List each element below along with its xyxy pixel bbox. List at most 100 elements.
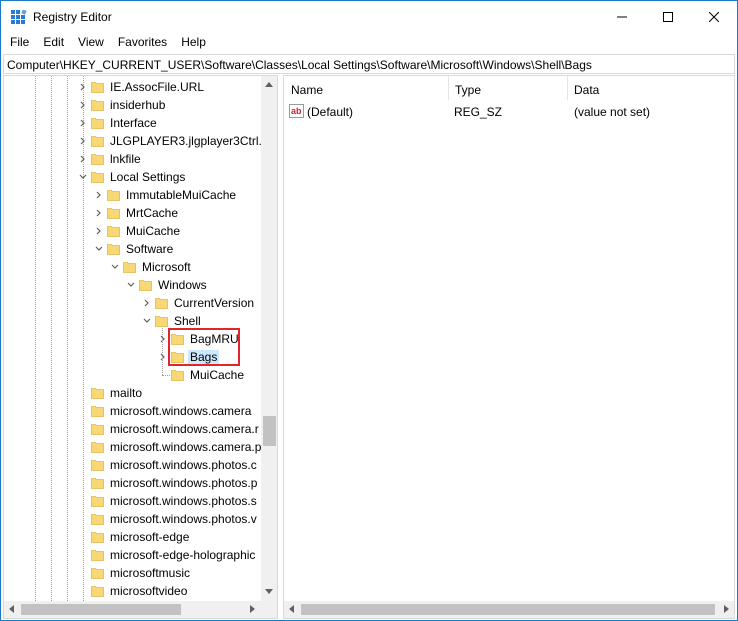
- chevron-right-icon[interactable]: [95, 227, 103, 235]
- tree-item[interactable]: microsoftmusic: [4, 564, 261, 582]
- chevron-right-icon[interactable]: [79, 119, 87, 127]
- scroll-up-arrow-icon[interactable]: [265, 82, 273, 87]
- tree-item[interactable]: CurrentVersion: [4, 294, 261, 312]
- chevron-right-icon[interactable]: [79, 101, 87, 109]
- scroll-right-arrow-icon[interactable]: [250, 605, 255, 613]
- list-horizontal-scroll-thumb[interactable]: [301, 604, 715, 615]
- chevron-right-icon[interactable]: [95, 209, 103, 217]
- chevron-down-icon[interactable]: [143, 317, 151, 325]
- tree-guide-line: [162, 328, 163, 375]
- tree-item[interactable]: insiderhub: [4, 96, 261, 114]
- menu-bar: File Edit View Favorites Help: [1, 33, 737, 53]
- tree-item[interactable]: lnkfile: [4, 150, 261, 168]
- key-tree-pane: IE.AssocFile.URL insiderhub Interface JLGPL…: [3, 75, 278, 619]
- tree-vertical-scroll-thumb[interactable]: [263, 416, 276, 446]
- tree-item-label: MuiCache: [126, 224, 181, 238]
- scroll-left-arrow-icon[interactable]: [289, 605, 294, 613]
- chevron-right-icon[interactable]: [143, 299, 151, 307]
- menu-view[interactable]: View: [71, 33, 111, 53]
- string-value-icon: ab: [289, 104, 304, 118]
- tree-item[interactable]: microsoft.windows.camera.p: [4, 438, 261, 456]
- tree-item-label: microsoft.windows.camera.p: [110, 440, 261, 454]
- tree-item[interactable]: Microsoft: [4, 258, 261, 276]
- tree-item[interactable]: microsoftvideo: [4, 582, 261, 600]
- chevron-right-icon[interactable]: [159, 353, 167, 361]
- tree-item[interactable]: Local Settings: [4, 168, 261, 186]
- tree-item-label: microsoft.windows.photos.c: [110, 458, 257, 472]
- column-header-type[interactable]: Type: [448, 76, 567, 100]
- tree-item-label: microsoft.windows.photos.s: [110, 494, 257, 508]
- folder-icon: [91, 172, 104, 183]
- minimize-button[interactable]: [599, 1, 645, 33]
- window-title: Registry Editor: [33, 10, 112, 24]
- menu-file[interactable]: File: [1, 33, 36, 53]
- minimize-icon: [617, 16, 627, 18]
- tree-item[interactable]: microsoft.windows.photos.s: [4, 492, 261, 510]
- tree-item[interactable]: MuiCache: [4, 366, 261, 384]
- folder-icon: [123, 262, 136, 273]
- tree-item-label: microsoftmusic: [110, 566, 191, 580]
- chevron-right-icon[interactable]: [159, 335, 167, 343]
- menu-help[interactable]: Help: [174, 33, 213, 53]
- folder-icon: [107, 208, 120, 219]
- close-icon: [709, 12, 719, 22]
- tree-item[interactable]: microsoft-edge-holographic: [4, 546, 261, 564]
- title-bar[interactable]: Registry Editor: [1, 1, 737, 33]
- tree-item[interactable]: IE.AssocFile.URL: [4, 78, 261, 96]
- chevron-down-icon[interactable]: [95, 245, 103, 253]
- folder-icon: [91, 478, 104, 489]
- folder-icon: [91, 550, 104, 561]
- tree-item-label: Microsoft: [142, 260, 191, 274]
- chevron-right-icon[interactable]: [79, 137, 87, 145]
- tree-item[interactable]: microsoft.windows.camera.r: [4, 420, 261, 438]
- scroll-left-arrow-icon[interactable]: [9, 605, 14, 613]
- maximize-button[interactable]: [645, 1, 691, 33]
- tree-item[interactable]: mailto: [4, 384, 261, 402]
- tree-horizontal-scroll-thumb[interactable]: [21, 604, 181, 615]
- chevron-down-icon[interactable]: [111, 263, 119, 271]
- tree-item-label: microsoftvideo: [110, 584, 188, 598]
- tree-item-label: MrtCache: [126, 206, 179, 220]
- menu-edit[interactable]: Edit: [36, 33, 71, 53]
- tree-item[interactable]: Windows: [4, 276, 261, 294]
- tree-item[interactable]: MrtCache: [4, 204, 261, 222]
- chevron-down-icon[interactable]: [79, 173, 87, 181]
- tree-item-label: microsoft-edge: [110, 530, 190, 544]
- close-button[interactable]: [691, 1, 737, 33]
- tree-item[interactable]: Software: [4, 240, 261, 258]
- tree-item[interactable]: microsoft.windows.photos.c: [4, 456, 261, 474]
- address-bar[interactable]: Computer\HKEY_CURRENT_USER\Software\Clas…: [3, 54, 735, 74]
- folder-icon: [91, 532, 104, 543]
- tree-item[interactable]: microsoft.windows.photos.p: [4, 474, 261, 492]
- tree-item[interactable]: Interface: [4, 114, 261, 132]
- folder-icon: [91, 406, 104, 417]
- list-horizontal-scrollbar[interactable]: [284, 601, 734, 618]
- tree-item[interactable]: microsoft.windows.camera: [4, 402, 261, 420]
- scroll-down-arrow-icon[interactable]: [265, 589, 273, 594]
- tree-horizontal-scrollbar[interactable]: [4, 601, 261, 618]
- chevron-right-icon[interactable]: [95, 191, 103, 199]
- tree-item-label: Shell: [174, 314, 201, 328]
- menu-favorites[interactable]: Favorites: [111, 33, 174, 53]
- maximize-icon: [663, 12, 673, 22]
- scroll-right-arrow-icon[interactable]: [724, 605, 729, 613]
- tree-item-label: microsoft-edge-holographic: [110, 548, 256, 562]
- column-header-data[interactable]: Data: [567, 76, 734, 100]
- tree-item-label: ImmutableMuiCache: [126, 188, 237, 202]
- value-row[interactable]: ab (Default) REG_SZ (value not set): [284, 102, 734, 122]
- tree-item[interactable]: MuiCache: [4, 222, 261, 240]
- folder-icon: [155, 316, 168, 327]
- tree-item-label: Windows: [158, 278, 207, 292]
- chevron-right-icon[interactable]: [79, 155, 87, 163]
- tree-item[interactable]: ImmutableMuiCache: [4, 186, 261, 204]
- chevron-right-icon[interactable]: [79, 83, 87, 91]
- folder-icon: [91, 82, 104, 93]
- tree-vertical-scrollbar[interactable]: [261, 76, 277, 601]
- tree-item[interactable]: microsoft-edge: [4, 528, 261, 546]
- folder-icon: [91, 388, 104, 399]
- tree-item[interactable]: JLGPLAYER3.jlgplayer3Ctrl.1: [4, 132, 261, 150]
- chevron-down-icon[interactable]: [127, 281, 135, 289]
- tree-item[interactable]: microsoft.windows.photos.v: [4, 510, 261, 528]
- column-header-name[interactable]: Name: [284, 76, 448, 100]
- tree-item-label: microsoft.windows.photos.v: [110, 512, 257, 526]
